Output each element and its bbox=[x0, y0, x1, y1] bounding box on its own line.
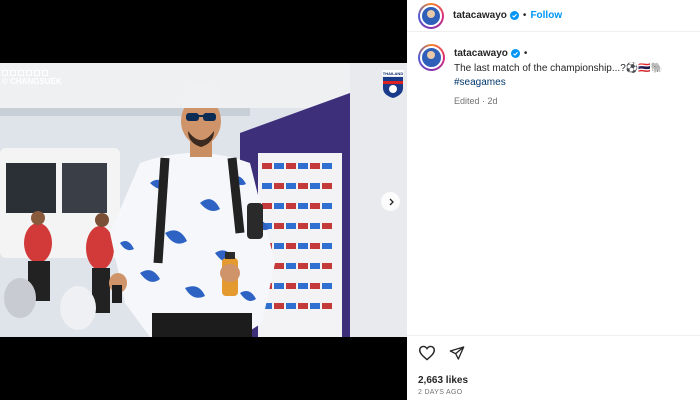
heart-icon[interactable] bbox=[418, 345, 436, 361]
separator-dot: • bbox=[522, 10, 527, 21]
follow-button[interactable]: Follow bbox=[530, 10, 562, 21]
separator-dot: • bbox=[523, 48, 528, 59]
post-sidebar: tatacawayo • Follow tatacawayo • The las… bbox=[407, 0, 700, 400]
verified-badge-icon bbox=[509, 11, 519, 20]
social-icons bbox=[2, 70, 62, 76]
social-icon bbox=[26, 70, 32, 76]
chevron-right-icon bbox=[389, 198, 394, 205]
action-bar bbox=[418, 345, 465, 361]
photo-watermark: © CHANGSUEK bbox=[2, 70, 62, 87]
team-crest-logo: THAILAND bbox=[382, 70, 404, 98]
watermark-text: © CHANGSUEK bbox=[2, 77, 62, 86]
svg-text:THAILAND: THAILAND bbox=[383, 71, 404, 76]
paper-plane-icon[interactable] bbox=[449, 345, 465, 361]
social-icon bbox=[34, 70, 40, 76]
avatar[interactable] bbox=[418, 2, 444, 29]
avatar[interactable] bbox=[418, 44, 445, 71]
social-icon bbox=[10, 70, 16, 76]
username-link[interactable]: tatacawayo bbox=[453, 10, 507, 21]
caption-block: tatacawayo • The last match of the champ… bbox=[418, 44, 663, 106]
verified-badge-icon bbox=[510, 49, 520, 58]
caption-text: The last match of the championship...?⚽🇹… bbox=[454, 63, 664, 74]
social-icon bbox=[2, 70, 8, 76]
media-pane: © CHANGSUEK THAILAND bbox=[0, 0, 407, 400]
photo-illustration bbox=[0, 63, 407, 337]
social-icon bbox=[42, 70, 48, 76]
divider bbox=[407, 335, 700, 336]
likes-count[interactable]: 2,663 likes bbox=[418, 375, 468, 386]
hashtag-link[interactable]: #seagames bbox=[454, 77, 663, 88]
edited-timestamp: Edited · 2d bbox=[454, 96, 498, 106]
caption-username[interactable]: tatacawayo bbox=[454, 48, 508, 59]
post-photo[interactable] bbox=[0, 63, 407, 337]
post-date: 2 DAYS AGO bbox=[418, 389, 463, 396]
next-image-button[interactable] bbox=[381, 192, 400, 211]
post-header: tatacawayo • Follow bbox=[407, 0, 700, 32]
social-icon bbox=[18, 70, 24, 76]
